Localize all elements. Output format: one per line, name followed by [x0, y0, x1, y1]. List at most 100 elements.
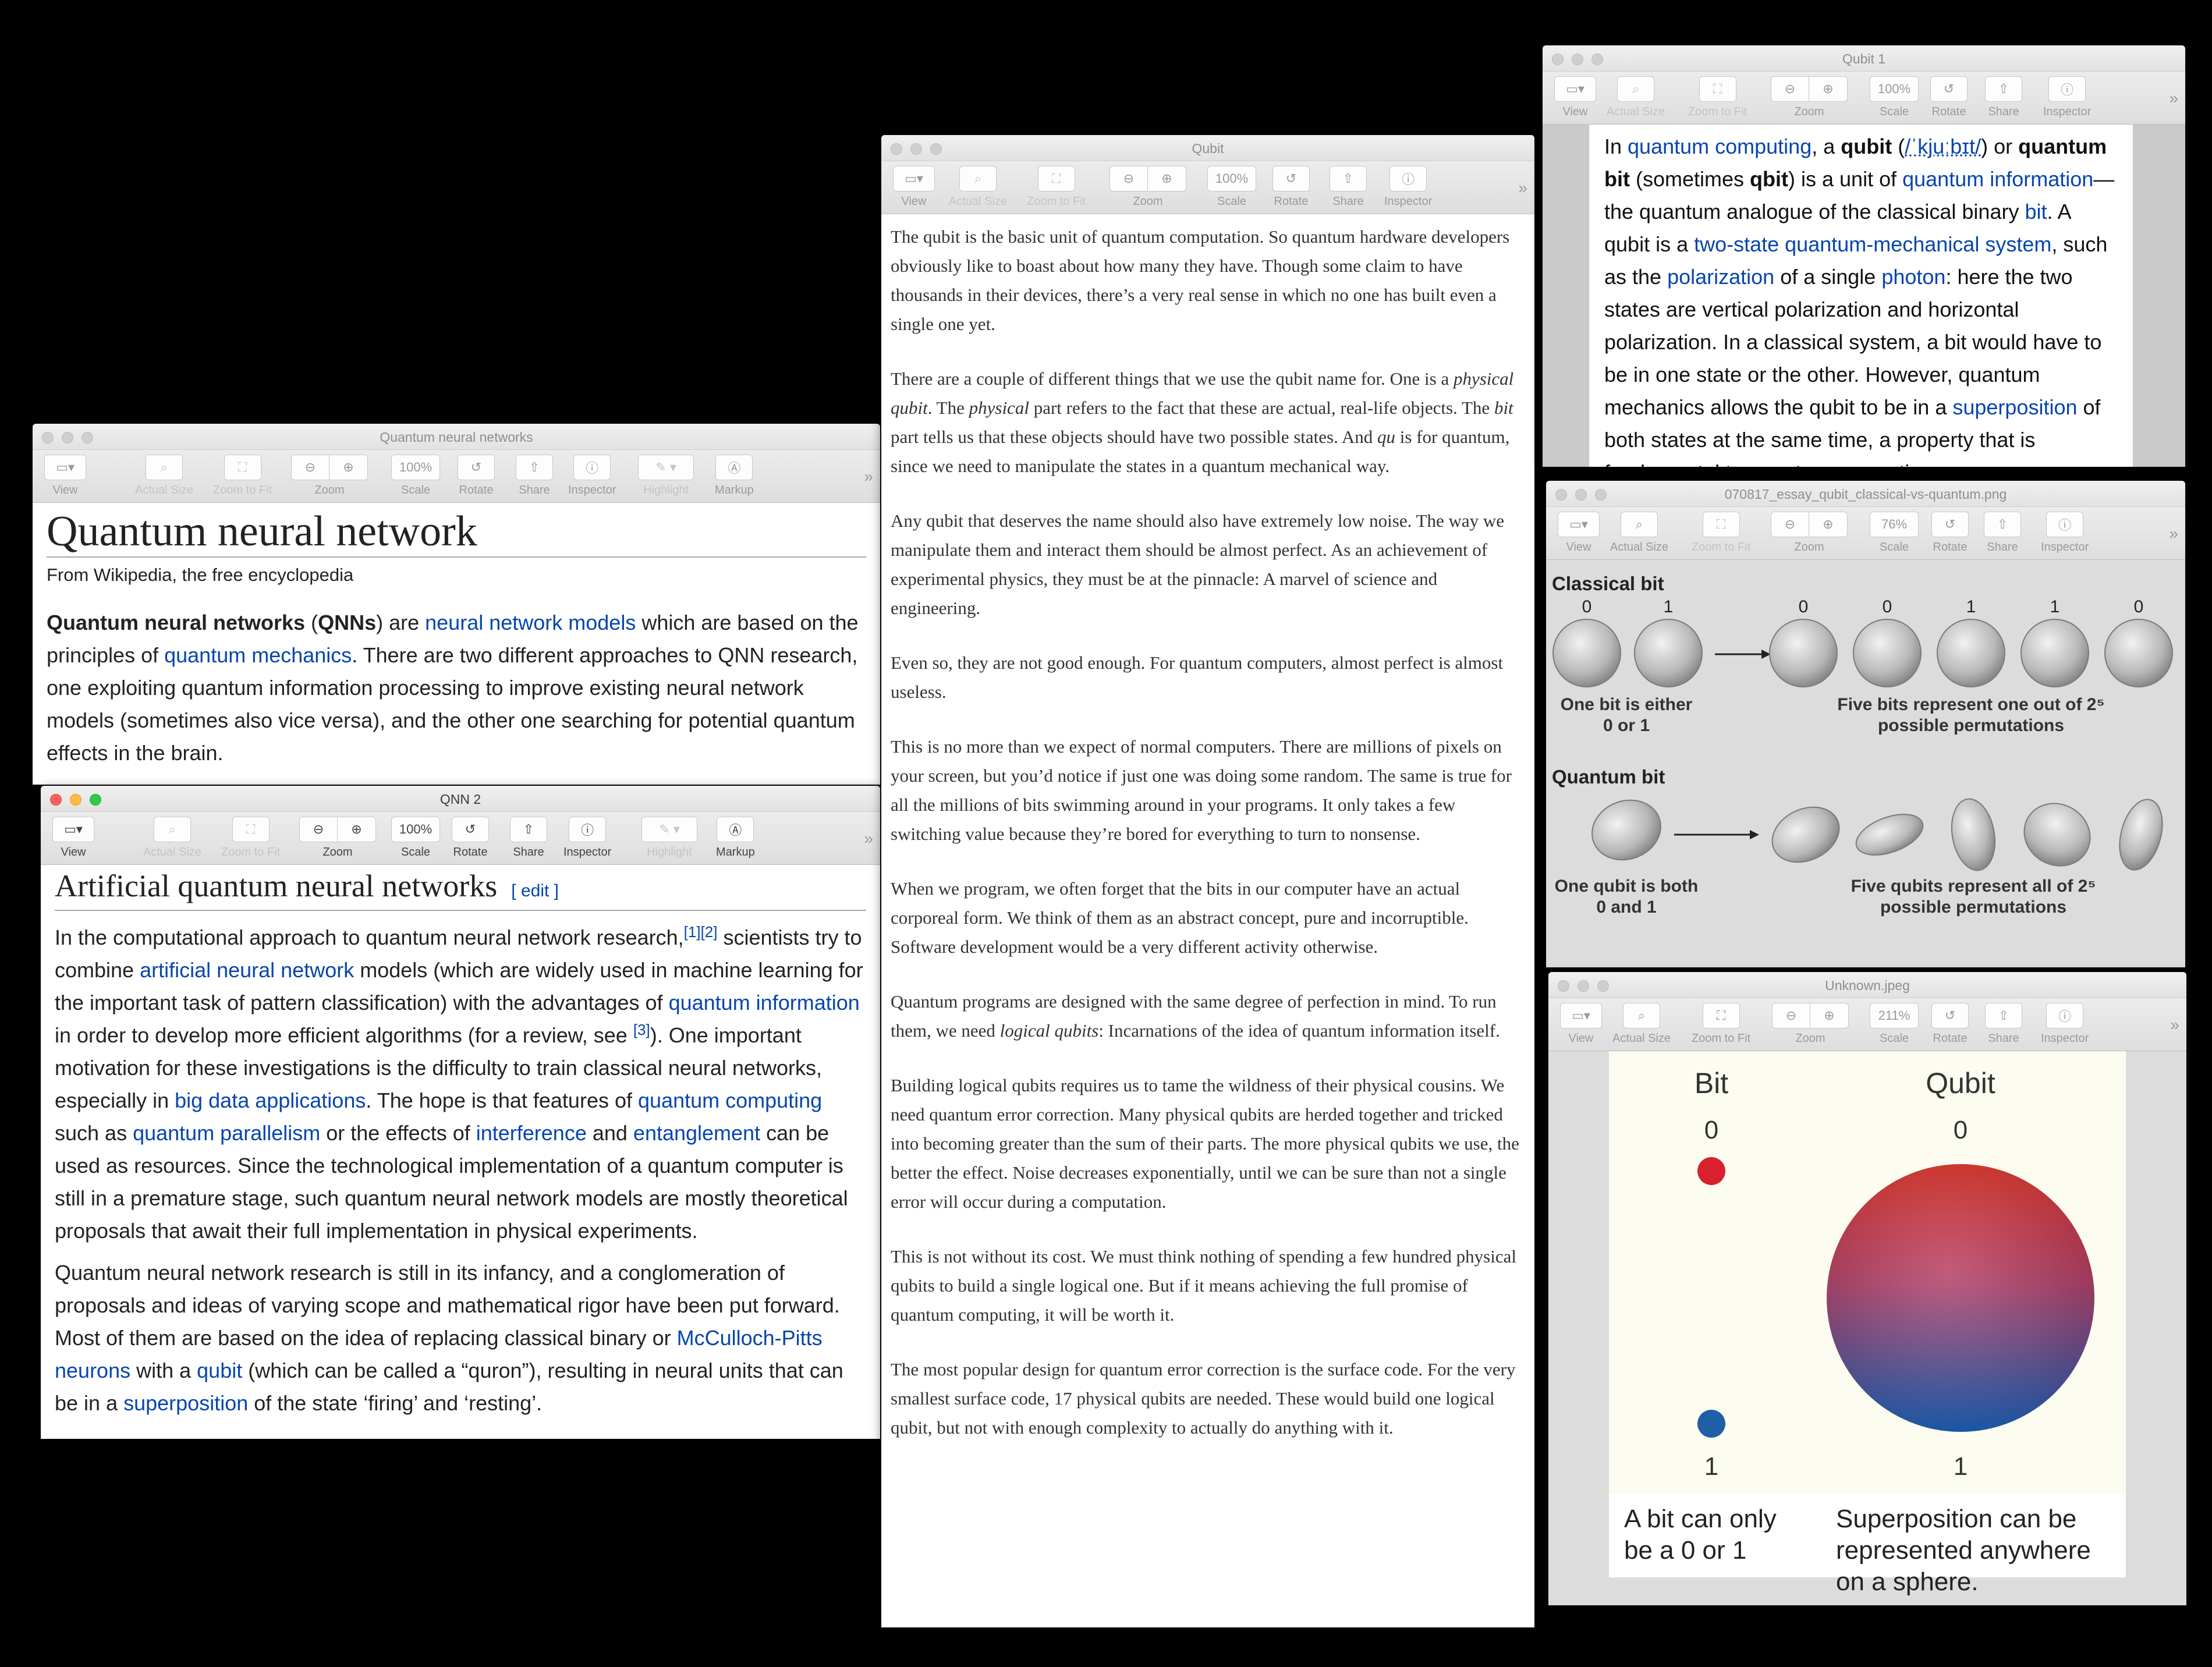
- view-button[interactable]: ▭▾: [1560, 1003, 1602, 1028]
- actual-size-button[interactable]: ⌕: [1623, 1003, 1661, 1028]
- toolbar-overflow-icon[interactable]: »: [2169, 89, 2178, 108]
- share-button[interactable]: ⇧: [510, 817, 547, 842]
- link-qubit[interactable]: qubit: [197, 1359, 242, 1382]
- zoom-to-fit-button[interactable]: ⛶: [1702, 1003, 1740, 1028]
- zoom-out-button[interactable]: ⊖: [1771, 512, 1809, 537]
- actual-size-button[interactable]: ⌕: [1621, 512, 1658, 537]
- view-button[interactable]: ▭▾: [1558, 512, 1600, 537]
- zoom-to-fit-button[interactable]: ⛶: [224, 455, 261, 480]
- share-button[interactable]: ⇧: [516, 455, 553, 480]
- view-button[interactable]: ▭▾: [893, 166, 935, 191]
- essay-paragraph: Even so, they are not good enough. For q…: [891, 652, 1504, 702]
- inspector-button[interactable]: ⓘ: [569, 817, 607, 842]
- scale-field[interactable]: 100%: [1207, 166, 1256, 191]
- zoom-out-button[interactable]: ⊖: [299, 817, 338, 842]
- actual-size-button[interactable]: ⌕: [146, 455, 183, 480]
- zoom-to-fit-button[interactable]: ⛶: [1702, 512, 1740, 537]
- titlebar[interactable]: Qubit 1: [1543, 45, 2185, 72]
- actual-size-button[interactable]: ⌕: [1617, 76, 1655, 102]
- rotate-button[interactable]: ↺: [1931, 1003, 1969, 1028]
- edit-link-text[interactable]: [ edit ]: [511, 881, 559, 900]
- link-polarization[interactable]: polarization: [1667, 265, 1774, 289]
- window-quantum-neural-networks: Quantum neural networks ▭▾ View ⌕ Actual S…: [33, 424, 880, 785]
- actual-size-button[interactable]: ⌕: [154, 817, 192, 842]
- zoom-in-button[interactable]: ⊕: [329, 455, 368, 480]
- titlebar[interactable]: Qubit: [881, 135, 1534, 161]
- edit-link[interactable]: [ edit ]: [511, 881, 559, 900]
- rotate-button[interactable]: ↺: [1930, 76, 1968, 102]
- link-bit[interactable]: bit: [2025, 200, 2047, 224]
- zoom-out-button[interactable]: ⊖: [1772, 1003, 1810, 1028]
- scale-field[interactable]: 211%: [1870, 1003, 1919, 1028]
- link-quantum-information[interactable]: quantum information: [1902, 167, 2093, 191]
- toolbar-overflow-icon[interactable]: »: [2170, 1016, 2179, 1034]
- view-button[interactable]: ▭▾: [52, 817, 94, 842]
- citation-link[interactable]: [1][2]: [684, 923, 718, 941]
- toolbar-overflow-icon[interactable]: »: [2169, 524, 2178, 543]
- zoom-to-fit-button[interactable]: ⛶: [1699, 76, 1736, 102]
- toolbar-overflow-icon[interactable]: »: [1518, 179, 1527, 197]
- actual-size-button[interactable]: ⌕: [959, 166, 997, 191]
- toolbar-overflow-icon[interactable]: »: [864, 829, 873, 848]
- share-button[interactable]: ⇧: [1984, 512, 2021, 537]
- link-two-state-system[interactable]: two-state quantum-mechanical system: [1694, 232, 2051, 256]
- bit-heading: Bit: [1695, 1067, 1728, 1099]
- spinning-coin-icon: [1591, 799, 1661, 861]
- zoom-in-button[interactable]: ⊕: [1809, 76, 1848, 102]
- link-superposition[interactable]: superposition: [1952, 395, 2077, 419]
- inspector-button[interactable]: ⓘ: [2046, 1003, 2084, 1028]
- rotate-button[interactable]: ↺: [1272, 166, 1310, 191]
- view-button[interactable]: ▭▾: [44, 455, 86, 480]
- titlebar[interactable]: 070817_essay_qubit_classical-vs-quantum.…: [1546, 481, 2185, 507]
- rotate-button[interactable]: ↺: [458, 455, 495, 480]
- zoom-out-button[interactable]: ⊖: [1771, 76, 1809, 102]
- scale-field[interactable]: 100%: [1870, 76, 1919, 102]
- link-quantum-computing[interactable]: quantum computing: [638, 1088, 822, 1112]
- markup-button[interactable]: Ⓐ: [715, 455, 753, 480]
- section-title: Artificial quantum neural networks: [55, 868, 498, 903]
- inspector-button[interactable]: ⓘ: [2048, 76, 2086, 102]
- inspector-button[interactable]: ⓘ: [2046, 512, 2084, 537]
- citation-link[interactable]: [3]: [633, 1021, 650, 1038]
- titlebar[interactable]: Unknown.jpeg: [1548, 972, 2186, 998]
- link-neural-network-models[interactable]: neural network models: [425, 611, 636, 634]
- link-photon[interactable]: photon: [1881, 265, 1945, 289]
- zoom-to-fit-button[interactable]: ⛶: [232, 817, 270, 842]
- scale-label: Scale: [1879, 541, 1909, 554]
- link-quantum-mechanics[interactable]: quantum mechanics: [164, 643, 352, 667]
- scale-field[interactable]: 76%: [1870, 512, 1919, 537]
- zoom-in-button[interactable]: ⊕: [1148, 166, 1186, 191]
- scale-field[interactable]: 100%: [391, 455, 440, 480]
- scale-field[interactable]: 100%: [391, 817, 440, 842]
- share-button[interactable]: ⇧: [1985, 76, 2022, 102]
- link-big-data-applications[interactable]: big data applications: [175, 1088, 366, 1112]
- link-artificial-neural-network[interactable]: artificial neural network: [140, 958, 354, 982]
- zoom-in-button[interactable]: ⊕: [1810, 1003, 1849, 1028]
- zoom-in-button[interactable]: ⊕: [1809, 512, 1848, 537]
- inspector-button[interactable]: ⓘ: [573, 455, 611, 480]
- link-superposition[interactable]: superposition: [123, 1391, 248, 1415]
- link-entanglement[interactable]: entanglement: [633, 1121, 760, 1145]
- zoom-in-button[interactable]: ⊕: [338, 817, 376, 842]
- rotate-button[interactable]: ↺: [1931, 512, 1969, 537]
- link-quantum-parallelism[interactable]: quantum parallelism: [133, 1121, 320, 1145]
- share-button[interactable]: ⇧: [1985, 1003, 2022, 1028]
- inspector-button[interactable]: ⓘ: [1389, 166, 1427, 191]
- zoom-to-fit-button[interactable]: ⛶: [1037, 166, 1075, 191]
- view-button[interactable]: ▭▾: [1554, 76, 1596, 102]
- link-interference[interactable]: interference: [476, 1121, 587, 1145]
- rotate-button[interactable]: ↺: [452, 817, 489, 842]
- titlebar[interactable]: QNN 2: [41, 786, 880, 812]
- link-pronunciation[interactable]: /ˈkjuːbɪt/: [1905, 134, 1981, 158]
- highlight-button[interactable]: ✎ ▾: [638, 455, 694, 480]
- highlight-button[interactable]: ✎ ▾: [641, 817, 697, 842]
- share-button[interactable]: ⇧: [1330, 166, 1367, 191]
- toolbar-overflow-icon[interactable]: »: [864, 467, 873, 486]
- text-span: ) is a unit of: [1788, 167, 1903, 191]
- zoom-out-button[interactable]: ⊖: [1109, 166, 1148, 191]
- link-quantum-information[interactable]: quantum information: [669, 991, 860, 1015]
- titlebar[interactable]: Quantum neural networks: [33, 424, 880, 450]
- markup-button[interactable]: Ⓐ: [717, 817, 754, 842]
- zoom-out-button[interactable]: ⊖: [291, 455, 329, 480]
- link-quantum-computing[interactable]: quantum computing: [1628, 134, 1812, 158]
